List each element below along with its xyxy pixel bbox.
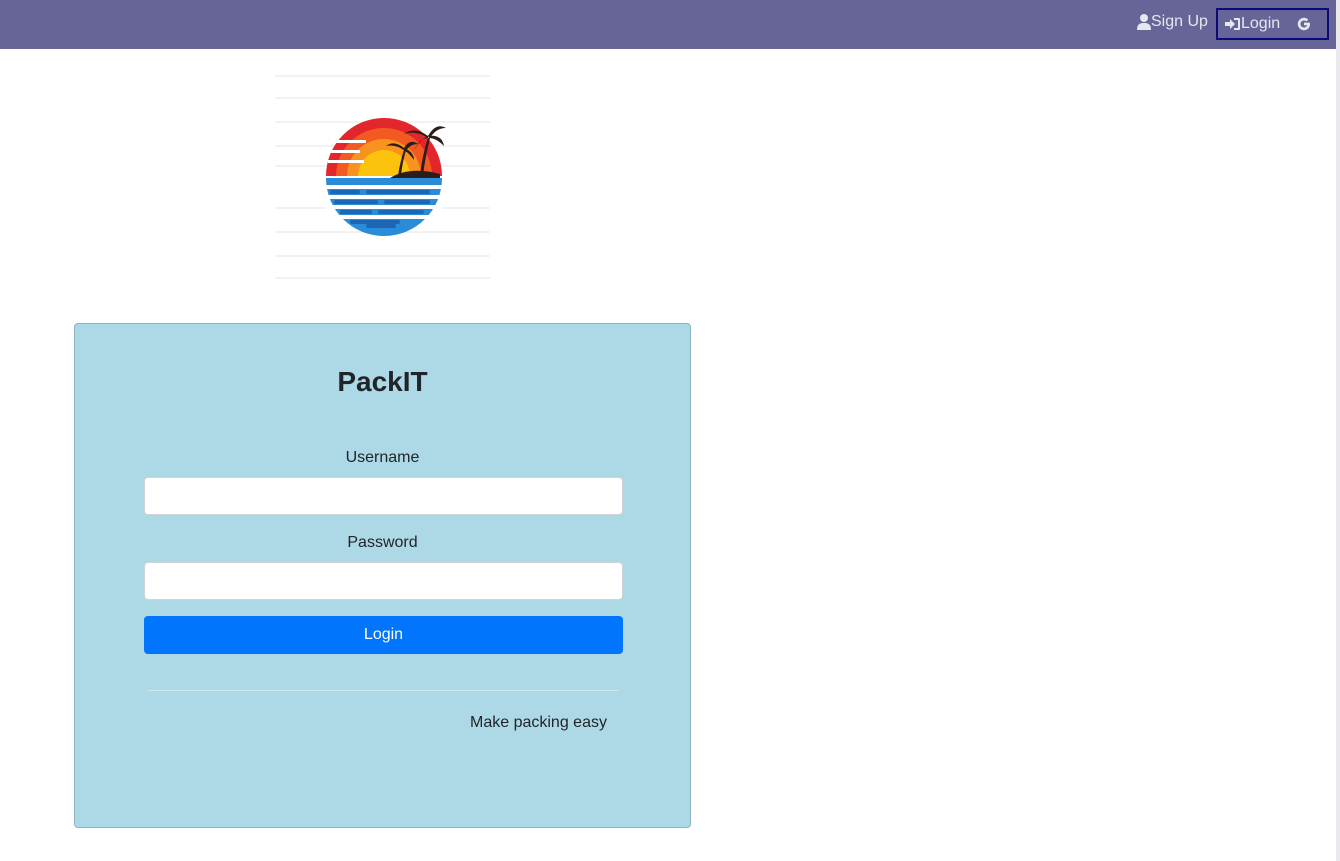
- google-icon: [1296, 16, 1312, 32]
- signup-link[interactable]: Sign Up: [1137, 12, 1208, 32]
- username-label: Username: [345, 449, 420, 466]
- vertical-scrollbar[interactable]: [1336, 0, 1340, 861]
- password-input[interactable]: [144, 562, 623, 600]
- username-input[interactable]: [144, 477, 623, 515]
- user-icon: [1137, 14, 1151, 30]
- google-login-link[interactable]: [1296, 16, 1312, 32]
- login-button[interactable]: Login: [144, 616, 623, 654]
- divider: [148, 690, 619, 691]
- login-label: Login: [1241, 15, 1281, 32]
- login-link[interactable]: Login: [1225, 15, 1280, 33]
- brand-logo: [270, 66, 496, 284]
- app-title: PackIT: [337, 366, 428, 397]
- signup-label: Sign Up: [1151, 13, 1208, 30]
- top-navbar: Sign Up Login: [0, 0, 1336, 49]
- login-nav-group: Login: [1216, 8, 1329, 40]
- login-card: PackIT Username Password Login Make pack…: [74, 323, 691, 828]
- sign-in-icon: [1225, 17, 1241, 31]
- tagline: Make packing easy: [470, 714, 607, 731]
- password-label: Password: [347, 534, 418, 551]
